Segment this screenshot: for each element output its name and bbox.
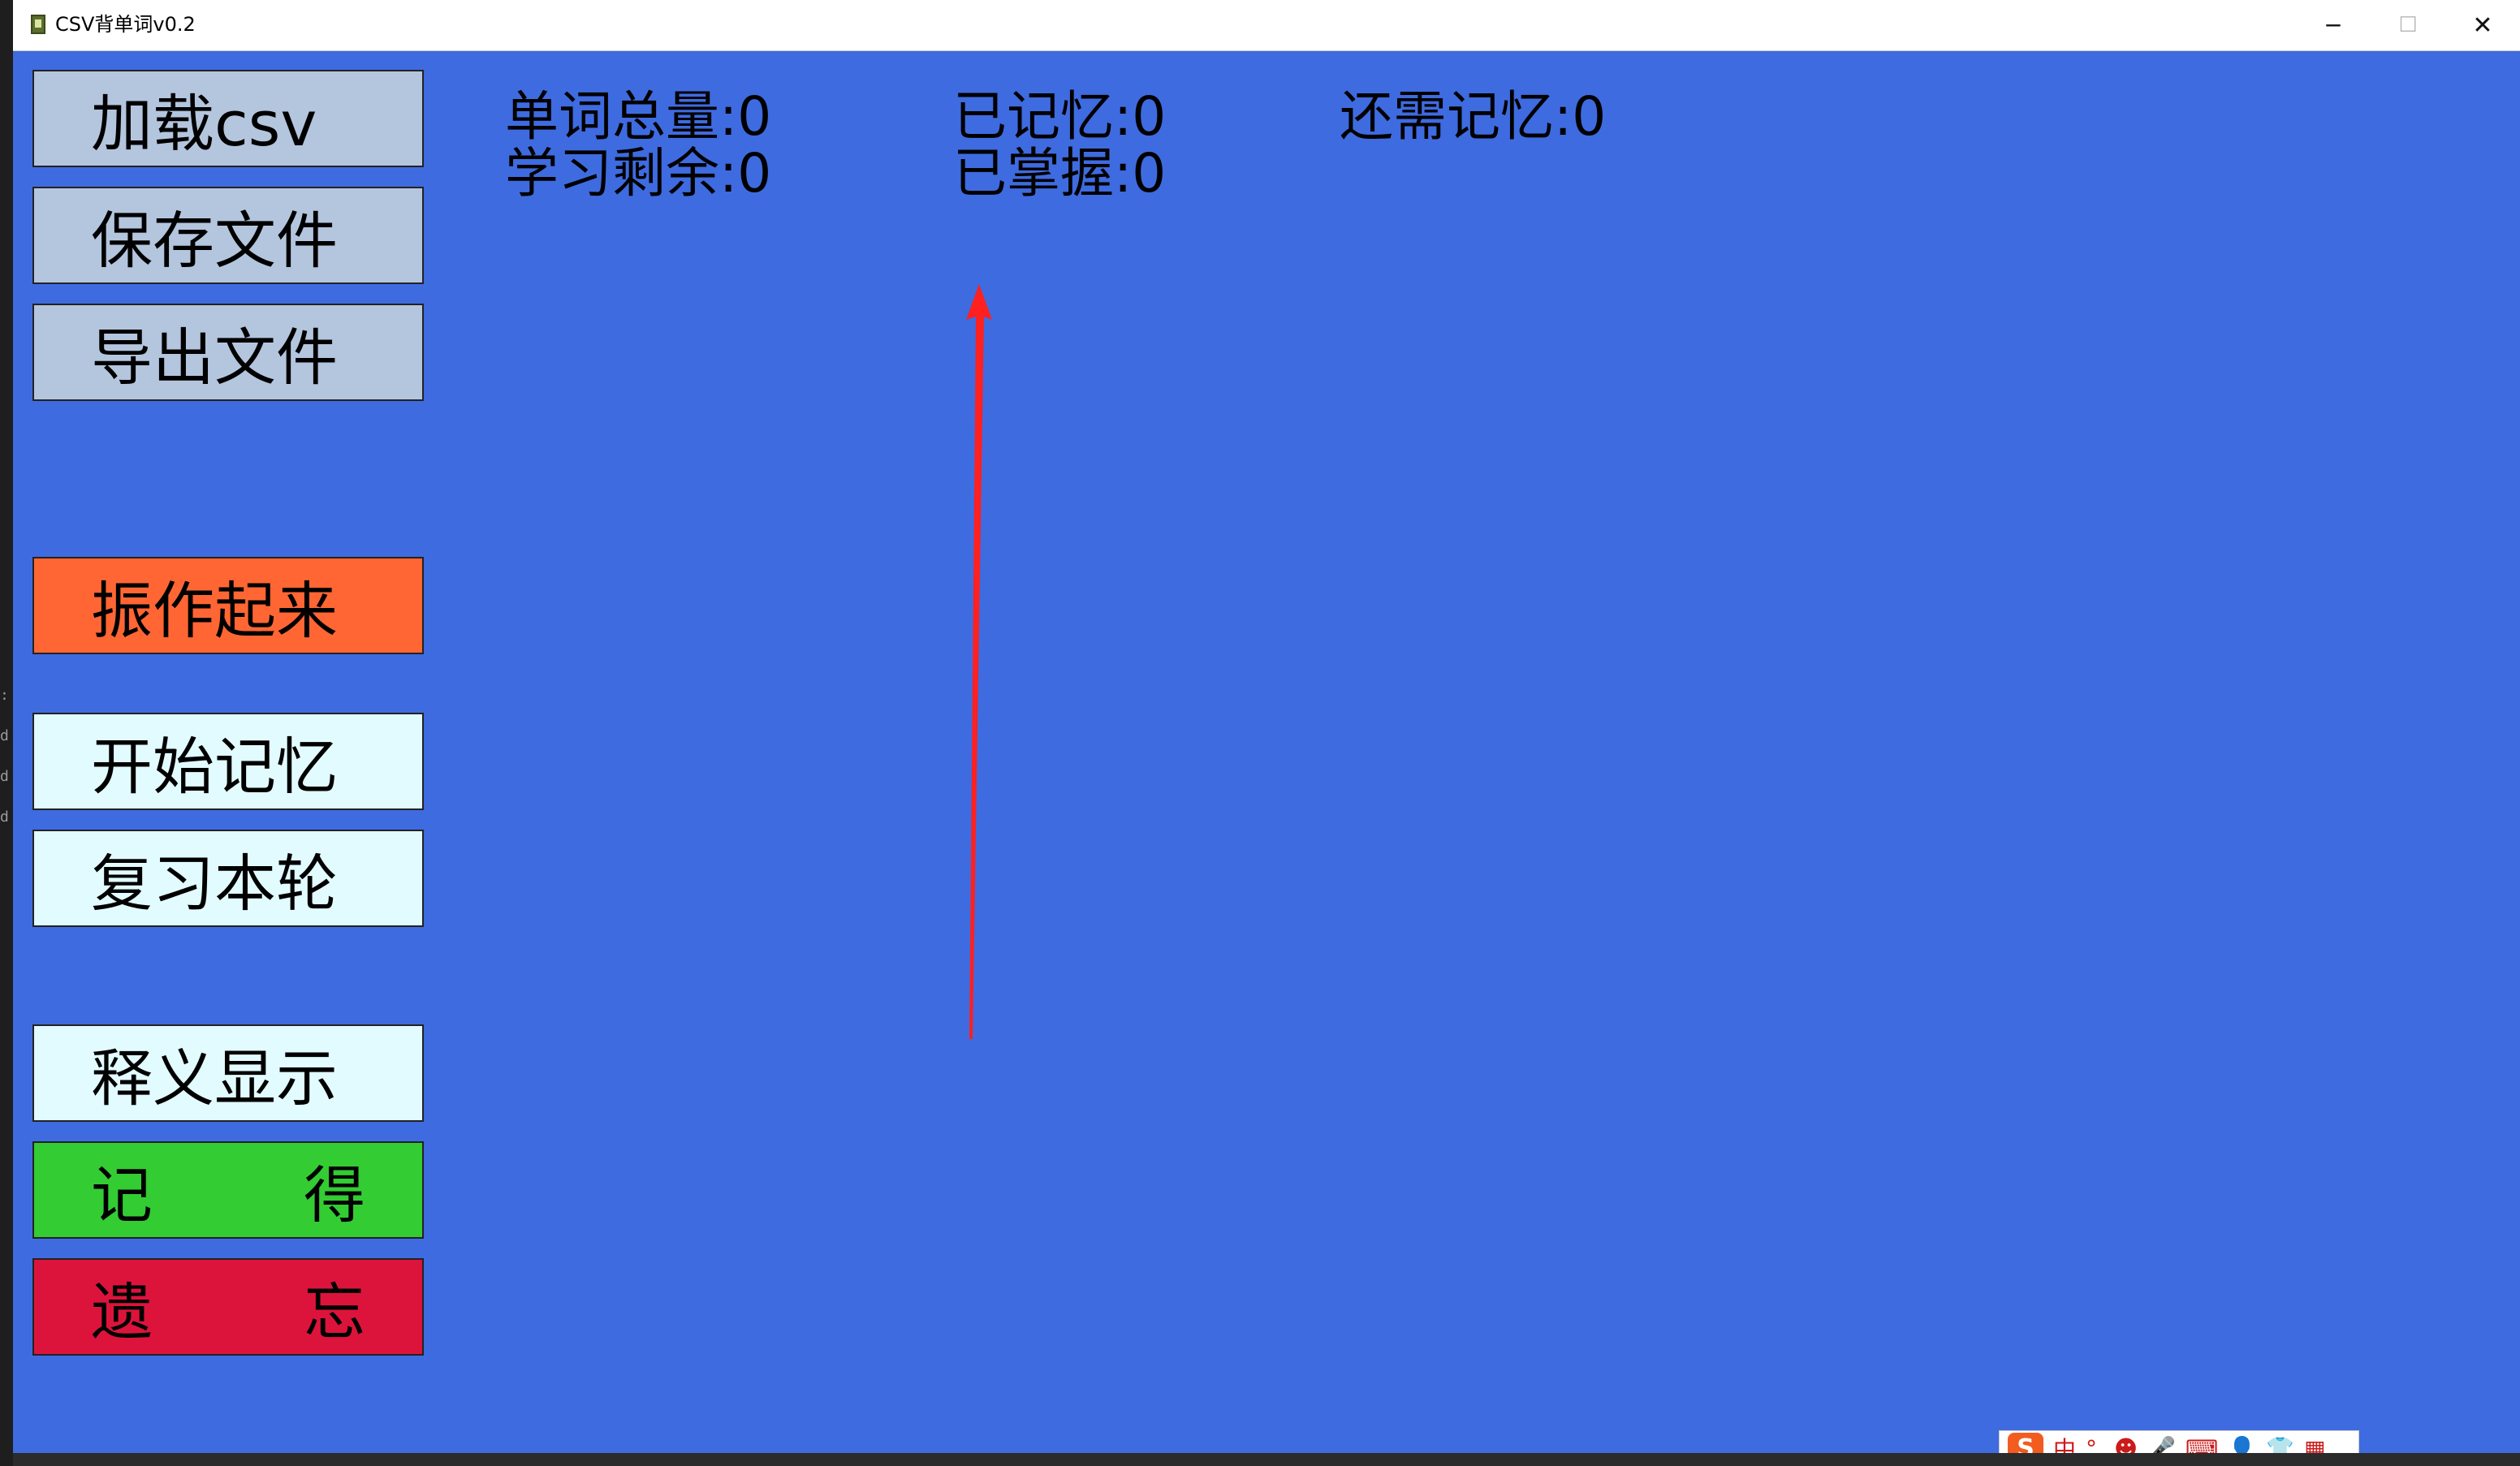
minimize-button[interactable]: ─ bbox=[2296, 0, 2371, 50]
study-remaining-stat: 学习剩余:0 bbox=[505, 142, 772, 205]
remember-label-right: 得 bbox=[304, 1159, 365, 1231]
start-memorize-button[interactable]: 开始记忆 bbox=[32, 713, 424, 810]
window-title: CSV背单词v0.2 bbox=[55, 13, 196, 36]
mastered-stat: 已掌握:0 bbox=[953, 142, 1167, 205]
cheer-up-button[interactable]: 振作起来 bbox=[32, 557, 424, 654]
edge-glyph: d bbox=[0, 768, 9, 785]
memorized-stat: 已记忆:0 bbox=[953, 85, 1167, 148]
background-window-edge: : d d d bbox=[0, 0, 13, 1466]
forget-label-right: 忘 bbox=[304, 1276, 365, 1348]
load-csv-button[interactable]: 加载csv bbox=[32, 70, 424, 167]
remember-button[interactable]: 记 得 bbox=[32, 1141, 424, 1239]
annotation-arrow bbox=[966, 284, 992, 1039]
close-button[interactable]: ✕ bbox=[2445, 0, 2520, 50]
edge-glyph: d bbox=[0, 727, 9, 744]
total-words-stat: 单词总量:0 bbox=[505, 85, 772, 148]
taskbar-edge bbox=[13, 1453, 2520, 1466]
forget-button[interactable]: 遗 忘 bbox=[32, 1258, 424, 1356]
export-file-button[interactable]: 导出文件 bbox=[32, 304, 424, 401]
app-window: CSV背单词v0.2 ─ ☐ ✕ 加载csv 保存文件 导出文件 振作起来 开始… bbox=[13, 0, 2520, 1466]
remember-label-left: 记 bbox=[91, 1159, 153, 1231]
title-bar[interactable]: CSV背单词v0.2 ─ ☐ ✕ bbox=[13, 0, 2520, 51]
review-round-button[interactable]: 复习本轮 bbox=[32, 830, 424, 927]
maximize-button[interactable]: ☐ bbox=[2371, 0, 2445, 50]
app-icon bbox=[31, 15, 45, 34]
show-meaning-button[interactable]: 释义显示 bbox=[32, 1024, 424, 1122]
edge-glyph: : bbox=[0, 687, 9, 704]
forget-label-left: 遗 bbox=[91, 1276, 153, 1348]
save-file-button[interactable]: 保存文件 bbox=[32, 187, 424, 284]
edge-glyph: d bbox=[0, 808, 9, 826]
remaining-to-memorize-stat: 还需记忆:0 bbox=[1340, 85, 1607, 148]
